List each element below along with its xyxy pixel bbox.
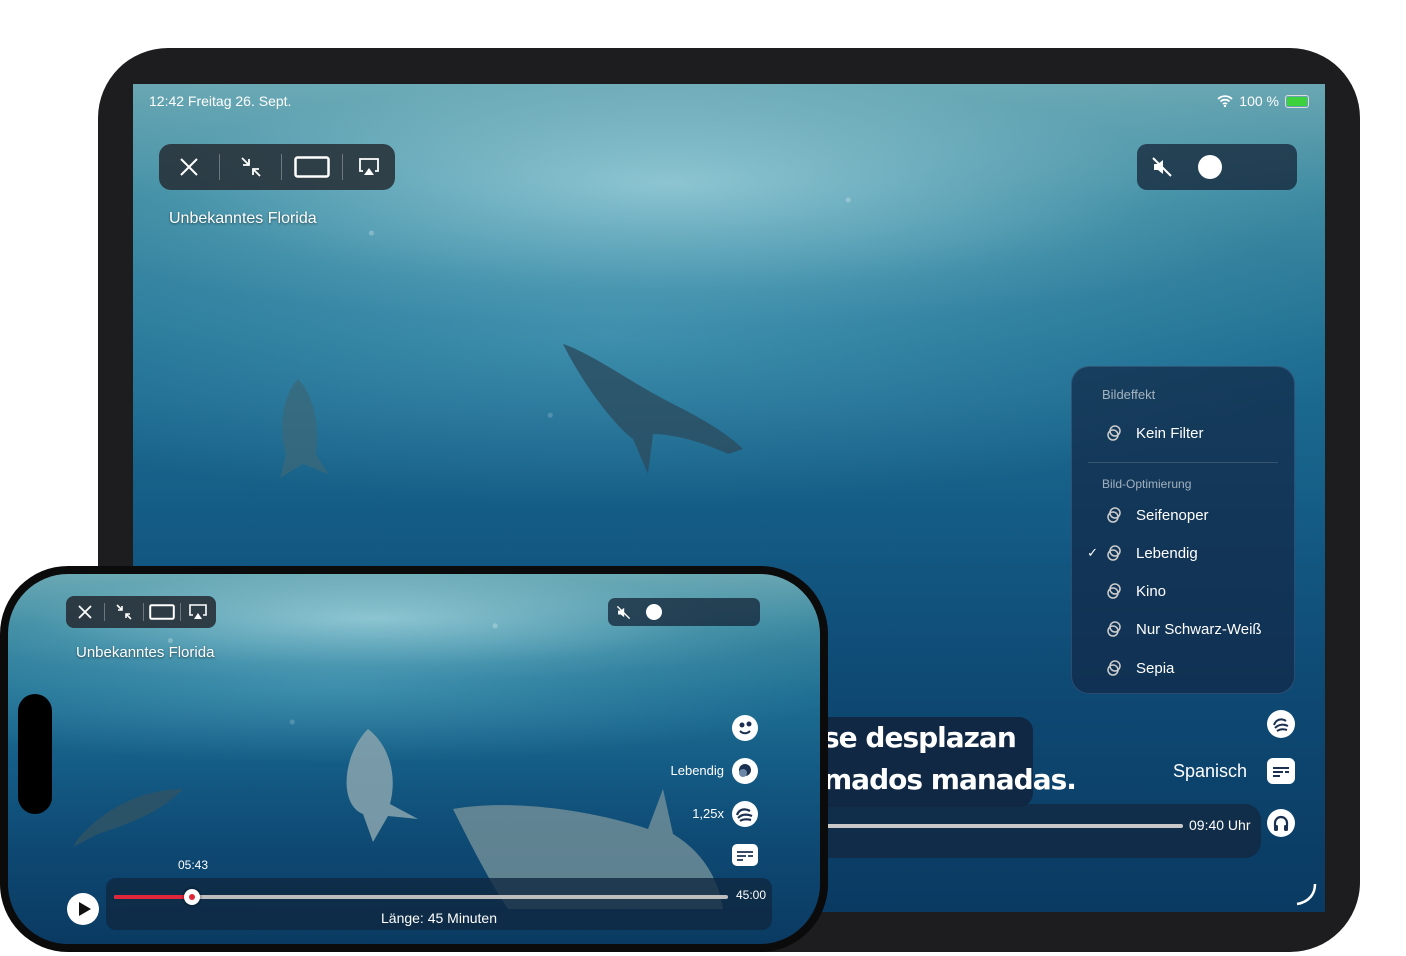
menu-item-kein-filter[interactable]: Kein Filter — [1072, 417, 1294, 449]
player-top-controls — [66, 596, 216, 628]
dolphin-image — [280, 379, 328, 478]
progress-fill — [114, 895, 192, 899]
mute-icon[interactable] — [1151, 156, 1173, 178]
subtitles-icon — [1273, 767, 1289, 777]
filter-icon — [1107, 425, 1121, 441]
video-title: Unbekanntes Florida — [76, 644, 215, 661]
volume-control[interactable] — [1137, 144, 1297, 190]
fullscreen-frame-icon — [149, 604, 175, 620]
minimize-button[interactable] — [105, 596, 143, 628]
play-button[interactable] — [67, 893, 99, 925]
playback-speed-button[interactable] — [732, 801, 758, 827]
subtitle-line-1: se desplazan — [823, 721, 1017, 754]
picture-mode-label: Lebendig — [670, 763, 725, 778]
close-icon — [78, 605, 92, 619]
menu-item-label: Sepia — [1136, 659, 1175, 677]
aspect-ratio-button[interactable] — [144, 596, 180, 628]
airplay-button[interactable] — [181, 596, 215, 628]
duration-label: 45:00 — [735, 888, 766, 902]
airplay-icon — [189, 604, 207, 619]
filter-icon — [1107, 660, 1121, 676]
mute-icon[interactable] — [616, 605, 631, 620]
wifi-icon — [1217, 95, 1233, 107]
checkmark-icon: ✓ — [1087, 545, 1098, 560]
dolphin-image — [563, 344, 743, 474]
filter-icon — [1107, 545, 1121, 561]
subtitles-button[interactable] — [732, 844, 758, 866]
face-icon-button[interactable] — [732, 715, 758, 741]
menu-item-label: Nur Schwarz-Weiß — [1136, 620, 1262, 638]
subtitle-line-2: mados manadas. — [823, 763, 1077, 796]
headphones-icon — [1273, 815, 1289, 831]
close-button[interactable] — [66, 596, 104, 628]
speed-label: 1,25x — [692, 806, 724, 821]
airplay-button[interactable] — [343, 144, 395, 190]
player-top-controls — [159, 144, 395, 190]
end-time: 09:40 Uhr — [1189, 817, 1251, 833]
ipad-progress-bar[interactable]: 09:40 Uhr — [793, 804, 1261, 858]
picture-effect-button[interactable] — [1267, 710, 1295, 738]
collapse-arrows-icon — [240, 157, 261, 177]
corner-resize-icon — [1296, 883, 1317, 906]
progress-scrubber[interactable] — [183, 889, 200, 905]
progress-track[interactable] — [114, 895, 728, 899]
battery-icon — [1285, 94, 1309, 108]
subtitle-overlay: se desplazan mados manadas. — [793, 717, 1077, 807]
iphone-video-player: Unbekanntes Florida Lebendig 1,25x 05:43… — [8, 574, 820, 944]
menu-header-effect: Bildeffekt — [1102, 387, 1156, 402]
menu-item-lebendig[interactable]: ✓ Lebendig — [1072, 537, 1294, 569]
menu-header-optimize: Bild-Optimierung — [1102, 477, 1192, 491]
progress-track[interactable] — [823, 824, 1183, 828]
dolphin-image — [346, 729, 418, 842]
volume-control[interactable] — [608, 598, 760, 626]
dynamic-island — [18, 694, 52, 814]
close-button[interactable] — [159, 144, 219, 190]
status-bar: 12:42 Freitag 26. Sept. 100 % — [149, 93, 1309, 113]
menu-divider — [1088, 462, 1278, 463]
menu-item-seifenoper[interactable]: Seifenoper — [1072, 499, 1294, 531]
menu-item-schwarz-weiss[interactable]: Nur Schwarz-Weiß — [1072, 613, 1294, 645]
menu-item-kino[interactable]: Kino — [1072, 575, 1294, 607]
collapse-arrows-icon — [116, 604, 132, 620]
audio-track-button[interactable] — [1267, 809, 1295, 837]
menu-item-label: Kein Filter — [1136, 424, 1204, 442]
subtitles-button[interactable] — [1267, 758, 1295, 784]
volume-slider-knob[interactable] — [1198, 155, 1222, 179]
picture-effect-button[interactable] — [732, 758, 758, 784]
effect-swirl-icon — [1273, 718, 1289, 732]
close-icon — [180, 158, 198, 176]
iphone-device: Unbekanntes Florida Lebendig 1,25x 05:43… — [0, 566, 828, 952]
menu-item-label: Seifenoper — [1136, 506, 1209, 524]
current-time-tooltip: 05:43 — [178, 858, 209, 872]
status-time-date: 12:42 Freitag 26. Sept. — [149, 93, 292, 109]
menu-item-sepia[interactable]: Sepia — [1072, 652, 1294, 684]
status-right: 100 % — [1217, 93, 1309, 109]
speed-swirl-icon — [735, 808, 753, 822]
video-title: Unbekanntes Florida — [169, 210, 317, 227]
iphone-progress-bar[interactable]: 45:00 Länge: 45 Minuten — [106, 878, 772, 930]
filter-icon — [1107, 583, 1121, 599]
filter-icon — [739, 764, 751, 777]
aspect-ratio-button[interactable] — [282, 144, 342, 190]
filter-icon — [1107, 507, 1121, 523]
filter-icon — [1107, 621, 1121, 637]
menu-item-label: Lebendig — [1136, 544, 1198, 562]
menu-item-label: Kino — [1136, 582, 1167, 600]
fullscreen-frame-icon — [294, 156, 331, 178]
length-label: Länge: 45 Minuten — [381, 910, 497, 926]
picture-effect-menu: Bildeffekt Kein Filter Bild-Optimierung … — [1071, 366, 1295, 694]
battery-percent: 100 % — [1239, 93, 1279, 109]
volume-slider-knob[interactable] — [646, 604, 662, 620]
airplay-icon — [359, 158, 380, 175]
dolphin-image — [73, 789, 183, 847]
face-icon — [739, 721, 752, 735]
subtitles-icon — [737, 851, 753, 861]
minimize-button[interactable] — [220, 144, 282, 190]
subtitle-language-label: Spanisch — [1173, 761, 1248, 781]
